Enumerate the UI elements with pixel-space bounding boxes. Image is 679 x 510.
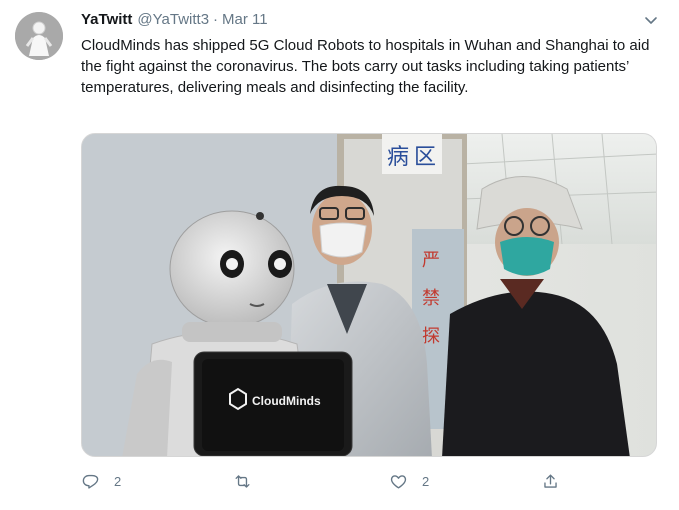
share-button[interactable] [541,468,560,494]
tweet-actions: 2 2 [81,468,581,494]
like-count: 2 [422,473,430,489]
tweet-card[interactable]: YaTwitt @YaTwitt3 · Mar 11 CloudMinds ha… [0,0,679,510]
tweet-header: YaTwitt @YaTwitt3 · Mar 11 [81,11,268,31]
ward-sign-char-1: 病 [387,145,409,170]
user-handle[interactable]: @YaTwitt3 [137,11,209,28]
chevron-down-icon [645,17,657,24]
reply-button[interactable]: 2 [81,468,121,494]
avatar[interactable] [15,12,63,60]
display-name[interactable]: YaTwitt [81,11,132,28]
more-options-button[interactable] [641,10,661,30]
door-sign-char-1: 严 [422,250,440,271]
door-sign-char-3: 探 [422,326,440,347]
tweet-photo[interactable]: 病 区 严 禁 探 CloudMinds [81,133,657,457]
reply-count: 2 [114,473,122,489]
avatar-figure-icon [15,12,63,60]
tweet-date[interactable]: Mar 11 [222,11,268,28]
robot-screen-logo: CloudMinds [252,394,321,408]
ward-sign-char-2: 区 [414,145,436,170]
door-sign-char-2: 禁 [422,288,440,309]
retweet-icon [235,474,250,488]
retweet-button[interactable] [233,468,266,494]
heart-icon [390,474,407,489]
reply-icon [82,474,99,489]
share-icon [544,473,557,488]
photo-robot-hospital: 病 区 严 禁 探 CloudMinds [82,134,656,456]
tweet-text: CloudMinds has shipped 5G Cloud Robots t… [81,37,650,96]
like-button[interactable]: 2 [389,468,429,494]
separator-dot: · [213,11,219,28]
